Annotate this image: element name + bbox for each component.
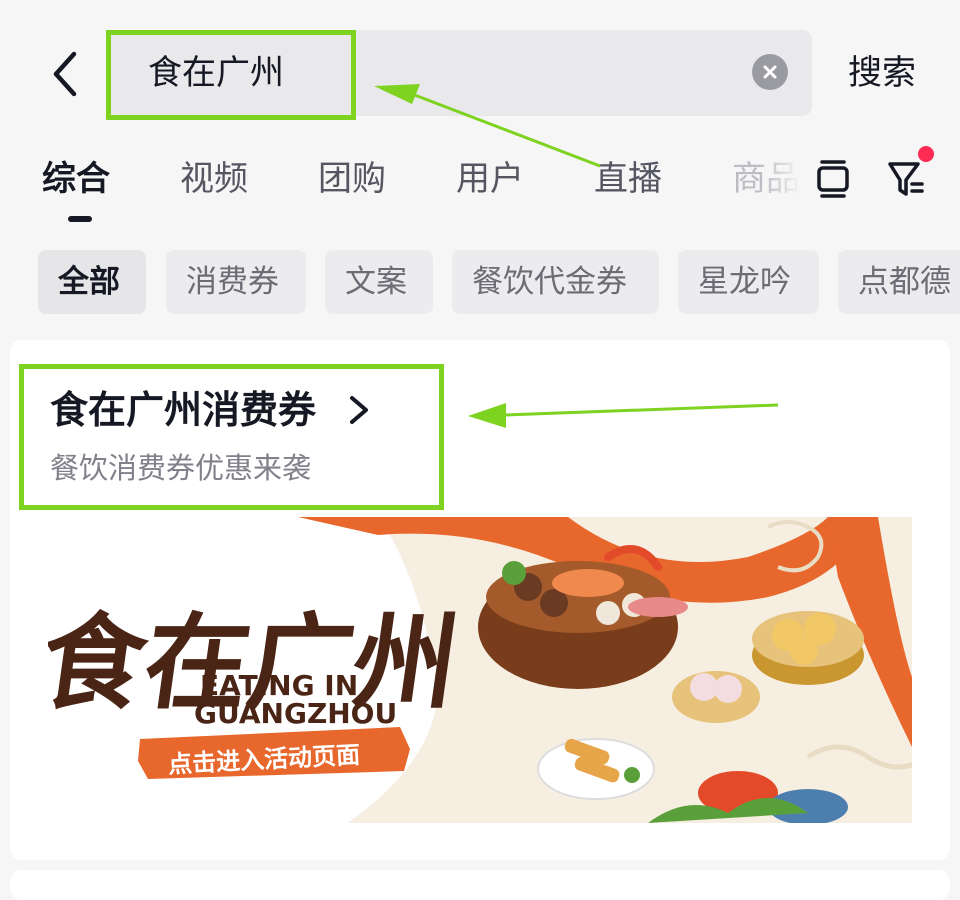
- annotation-arrows: [374, 84, 779, 428]
- next-result-card[interactable]: [10, 870, 950, 900]
